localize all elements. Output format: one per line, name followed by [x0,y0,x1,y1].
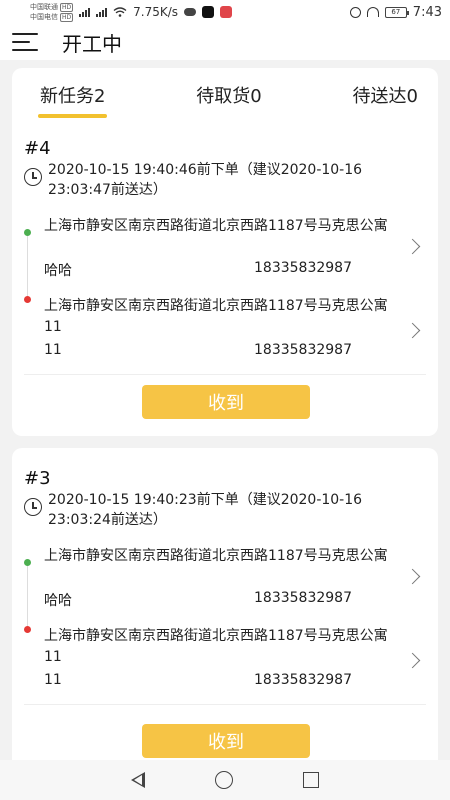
page-title: 开工中 [62,31,122,56]
carrier-2-name: 中国电信 [30,13,58,21]
pickup-dot [24,229,31,236]
carrier-1: 中国联通 HD [30,2,74,12]
receive-button[interactable]: 收到 [142,385,310,419]
speed-gauge-icon [366,7,379,17]
chevron-right-icon [404,322,421,339]
carrier-1-name: 中国联通 [30,3,58,11]
clock-icon [24,498,42,516]
battery-icon: 67 [384,6,409,18]
route-line [27,236,28,296]
status-left: 中国联通 HD 中国电信 HD 7.75K/s [30,2,233,22]
chevron-right-icon [404,652,421,669]
chevron-right-icon [404,238,421,255]
pickup-contact-name: 哈哈 [44,593,72,609]
tiktok-icon [202,6,215,18]
status-time: 7:43 [412,4,442,20]
wifi-icon [113,7,127,17]
delivery-address: 上海市静安区南京西路街道北京西路1187号马克思公寓11 [44,628,388,665]
delivery-address-block[interactable]: 上海市静安区南京西路街道北京西路1187号马克思公寓11 11 18335832… [24,618,426,698]
order-time-text: 2020-10-15 19:40:46前下单（建议2020-10-16 23:0… [48,162,363,198]
back-icon[interactable] [131,772,145,788]
status-right: 67 7:43 [349,4,442,20]
delivery-contact-name: 11 [44,342,62,358]
order-card: 新任务2 待取货0 待送达0 #4 2020-10-15 19:40:46前下单… [12,68,438,436]
delivery-address-block[interactable]: 上海市静安区南京西路街道北京西路1187号马克思公寓11 11 18335832… [24,288,426,368]
carrier-list: 中国联通 HD 中国电信 HD [30,2,74,22]
order-list[interactable]: 新任务2 待取货0 待送达0 #4 2020-10-15 19:40:46前下单… [0,60,450,760]
pickup-address: 上海市静安区南京西路街道北京西路1187号马克思公寓 [44,548,388,564]
pickup-address-block[interactable]: 上海市静安区南京西路街道北京西路1187号马克思公寓 哈哈 1833583298… [24,208,426,296]
clock-icon [24,168,42,186]
alarm-icon [349,6,361,18]
app-header: 开工中 [0,24,450,60]
delivery-dot [24,626,31,633]
delivery-address: 上海市静安区南京西路街道北京西路1187号马克思公寓11 [44,298,388,335]
delivery-contact-phone: 18335832987 [254,342,352,358]
pickup-address-block[interactable]: 上海市静安区南京西路街道北京西路1187号马克思公寓 哈哈 1833583298… [24,538,426,626]
order-time-text: 2020-10-15 19:40:23前下单（建议2020-10-16 23:0… [48,492,363,528]
divider [24,704,426,705]
network-speed: 7.75K/s [133,5,179,19]
status-bar: 中国联通 HD 中国电信 HD 7.75K/s 67 7:43 [0,0,450,24]
signal-icon [96,7,108,17]
health-app-icon [220,6,233,18]
pickup-contact-name: 哈哈 [44,263,72,279]
divider [24,374,426,375]
delivery-contact-name: 11 [44,672,62,688]
order-number: #4 [24,138,51,159]
order-card: #3 2020-10-15 19:40:23前下单（建议2020-10-16 2… [12,448,438,760]
route-line [27,566,28,626]
hd-badge: HD [60,12,74,22]
carrier-2: 中国电信 HD [30,12,74,22]
signal-icon [79,7,91,17]
order-number: #3 [24,468,51,489]
menu-icon[interactable] [12,31,40,53]
hd-badge: HD [60,2,74,12]
system-nav-bar [0,760,450,800]
tab-to-pickup[interactable]: 待取货0 [196,82,261,118]
tab-to-deliver[interactable]: 待送达0 [353,82,418,118]
pickup-contact-phone: 18335832987 [254,260,352,276]
delivery-contact-phone: 18335832987 [254,672,352,688]
receive-button[interactable]: 收到 [142,724,310,758]
order-time-row: 2020-10-15 19:40:23前下单（建议2020-10-16 23:0… [24,490,424,530]
weather-icon [184,8,197,16]
pickup-address: 上海市静安区南京西路街道北京西路1187号马克思公寓 [44,218,388,234]
home-icon[interactable] [215,771,233,789]
recent-apps-icon[interactable] [303,772,319,788]
status-tabs: 新任务2 待取货0 待送达0 [12,82,438,122]
pickup-dot [24,559,31,566]
tab-new-tasks[interactable]: 新任务2 [37,82,108,118]
order-time-row: 2020-10-15 19:40:46前下单（建议2020-10-16 23:0… [24,160,424,200]
pickup-contact-phone: 18335832987 [254,590,352,606]
delivery-dot [24,296,31,303]
chevron-right-icon [404,568,421,585]
